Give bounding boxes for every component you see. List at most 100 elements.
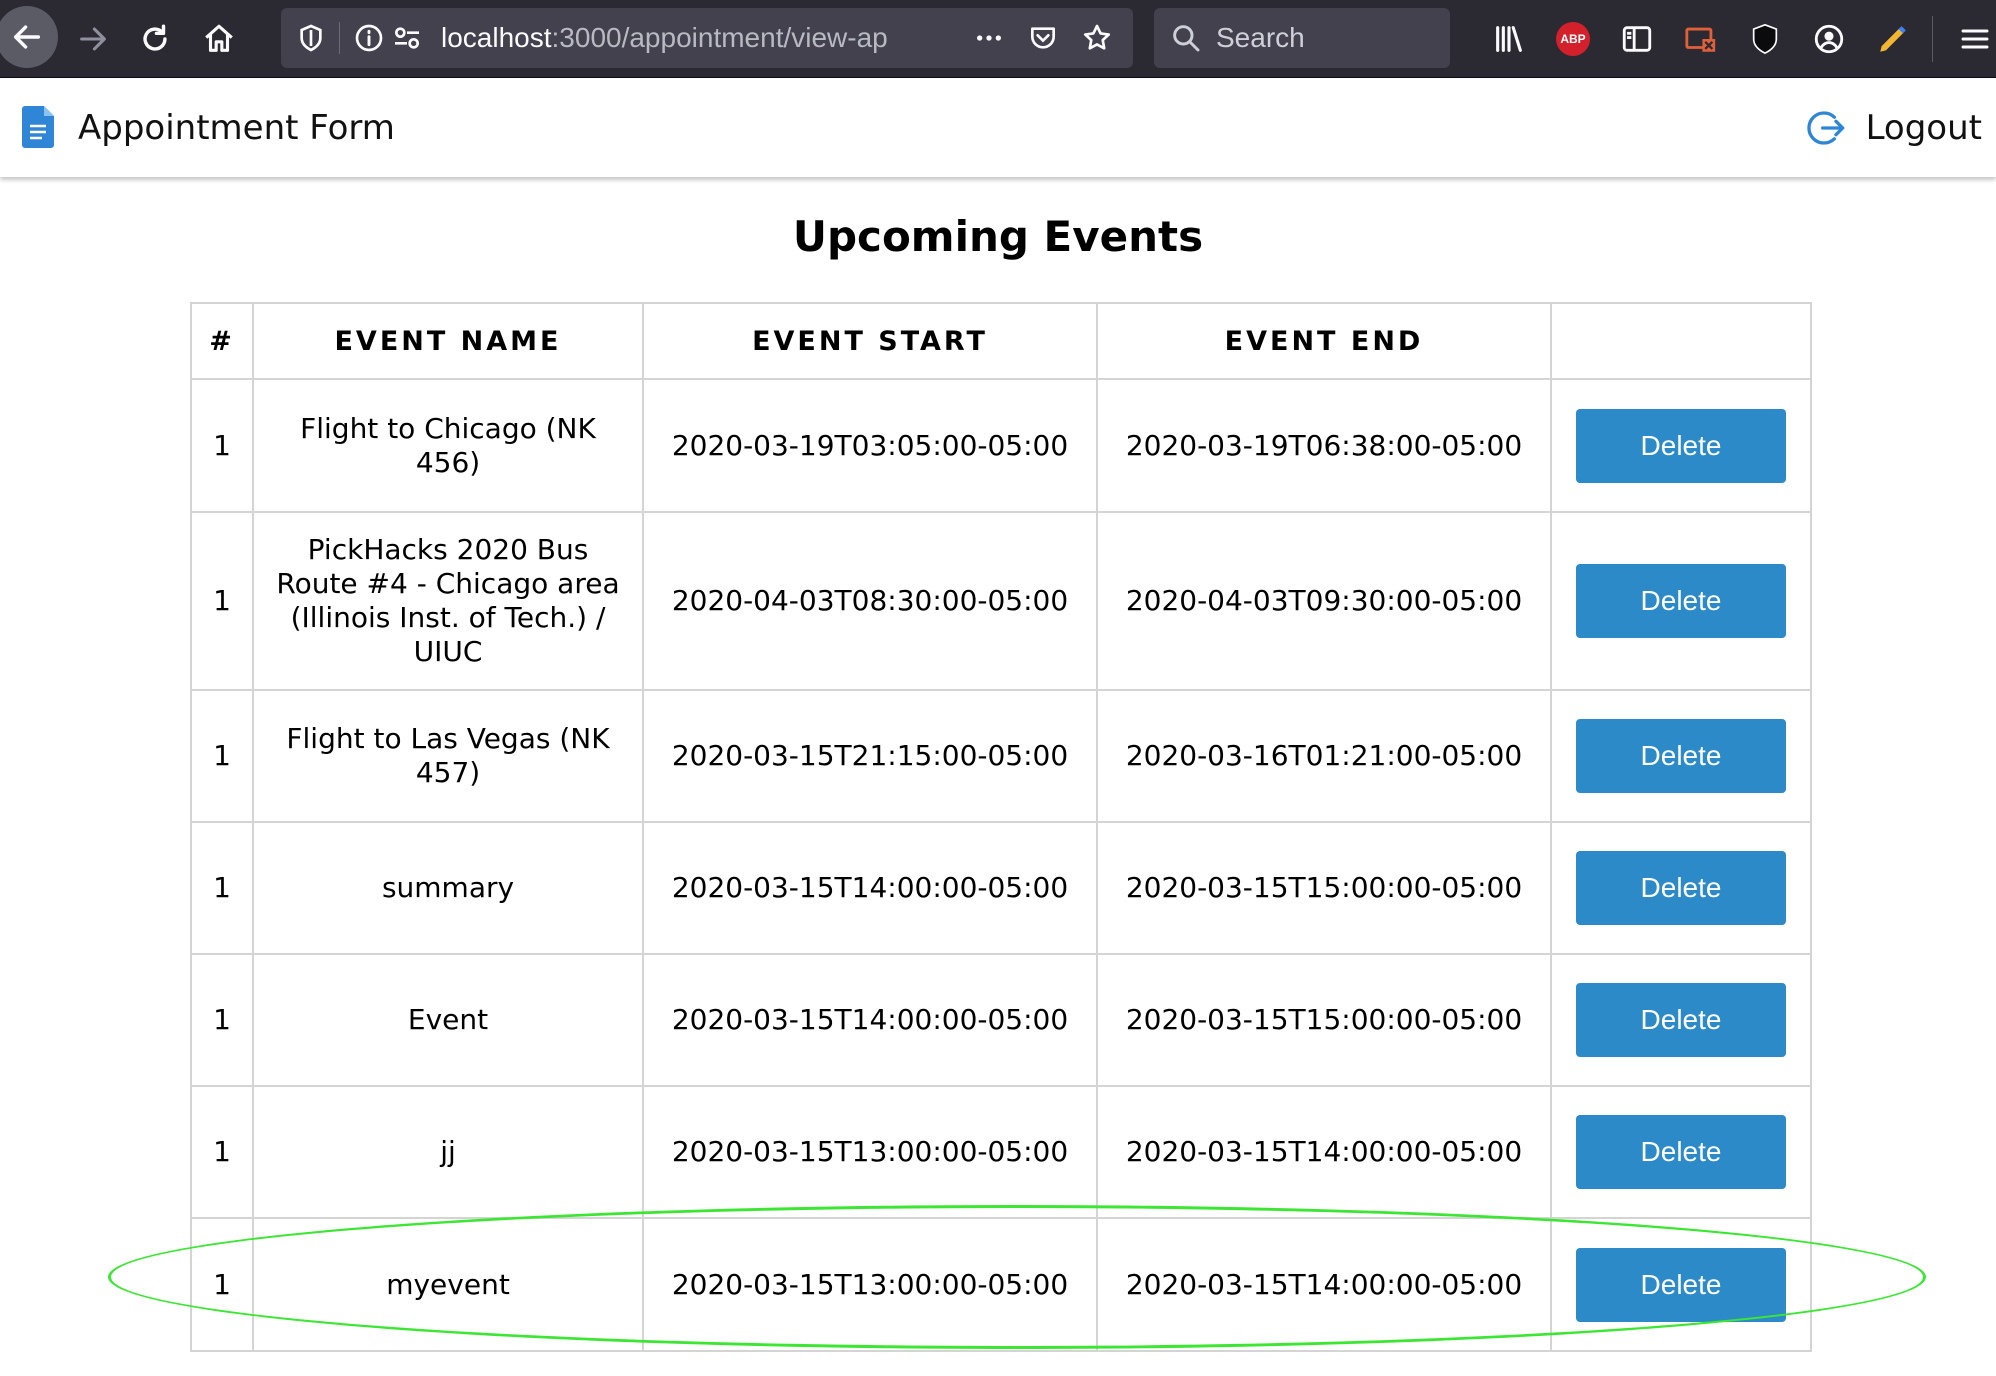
hamburger-menu-icon [1961, 29, 1989, 49]
shield-badge-icon [1752, 23, 1778, 55]
cell-event-start: 2020-03-15T14:00:00-05:00 [642, 821, 1098, 955]
page-title: Upcoming Events [792, 212, 1204, 261]
header-event-start: EVENT START [642, 302, 1098, 380]
search-icon [1173, 25, 1200, 52]
cell-number: 1 [190, 1085, 254, 1219]
cell-event-name: Event [252, 953, 644, 1087]
adblock-plus-icon: ABP [1556, 22, 1590, 56]
privacy-badger-button[interactable] [1744, 18, 1786, 60]
search-bar[interactable]: Search [1154, 8, 1450, 68]
cell-event-end: 2020-03-15T15:00:00-05:00 [1096, 821, 1552, 955]
table-row: 1 Flight to Las Vegas (NK 457) 2020-03-1… [190, 689, 1812, 823]
more-actions-icon[interactable] [973, 22, 1005, 54]
pencil-icon [1880, 26, 1906, 52]
cell-event-start: 2020-03-19T03:05:00-05:00 [642, 378, 1098, 513]
events-table: # EVENT NAME EVENT START EVENT END 1 Fli… [190, 302, 1812, 1352]
header-number: # [190, 302, 254, 380]
info-icon[interactable] [353, 22, 385, 54]
cell-number: 1 [190, 953, 254, 1087]
account-icon [1814, 24, 1844, 54]
reload-icon [143, 24, 167, 51]
app-header: Appointment Form Logout [0, 79, 1996, 177]
cell-actions: Delete [1550, 689, 1812, 823]
table-row: 1 PickHacks 2020 Bus Route #4 - Chicago … [190, 511, 1812, 691]
adblock-button[interactable]: ABP [1552, 18, 1594, 60]
cell-event-end: 2020-04-03T09:30:00-05:00 [1096, 511, 1552, 691]
arrow-right-icon [80, 27, 106, 51]
extension-pencil-button[interactable] [1872, 18, 1914, 60]
screen-share-icon [1685, 27, 1716, 52]
cell-event-name: summary [252, 821, 644, 955]
delete-button[interactable]: Delete [1576, 983, 1786, 1057]
library-icon [1496, 26, 1522, 52]
logout-button[interactable]: Logout [1806, 79, 1982, 177]
menu-button[interactable] [1954, 18, 1996, 60]
header-event-name: EVENT NAME [252, 302, 644, 380]
url-bar[interactable]: localhost:3000/appointment/view-ap [281, 8, 1133, 68]
toolbar-divider [1932, 16, 1933, 62]
table-row: 1 Flight to Chicago (NK 456) 2020-03-19T… [190, 378, 1812, 513]
cell-event-end: 2020-03-15T15:00:00-05:00 [1096, 953, 1552, 1087]
shield-icon[interactable] [295, 22, 327, 54]
cell-actions: Delete [1550, 1217, 1812, 1352]
cell-event-end: 2020-03-15T14:00:00-05:00 [1096, 1217, 1552, 1352]
sidebar-icon [1622, 26, 1652, 52]
table-row: 1 myevent 2020-03-15T13:00:00-05:00 2020… [190, 1217, 1812, 1352]
pocket-icon[interactable] [1027, 22, 1059, 54]
cell-event-start: 2020-03-15T13:00:00-05:00 [642, 1217, 1098, 1352]
cell-event-name: Flight to Las Vegas (NK 457) [252, 689, 644, 823]
library-button[interactable] [1488, 18, 1530, 60]
cell-event-end: 2020-03-16T01:21:00-05:00 [1096, 689, 1552, 823]
cell-number: 1 [190, 378, 254, 513]
delete-button[interactable]: Delete [1576, 1115, 1786, 1189]
document-icon [22, 106, 54, 148]
cell-event-start: 2020-03-15T14:00:00-05:00 [642, 953, 1098, 1087]
header-actions [1550, 302, 1812, 380]
cell-actions: Delete [1550, 821, 1812, 955]
cell-event-name: myevent [252, 1217, 644, 1352]
extension-screen-button[interactable] [1680, 18, 1722, 60]
delete-button[interactable]: Delete [1576, 719, 1786, 793]
cell-event-end: 2020-03-15T14:00:00-05:00 [1096, 1085, 1552, 1219]
table-row: 1 summary 2020-03-15T14:00:00-05:00 2020… [190, 821, 1812, 955]
home-icon [205, 24, 233, 52]
cell-number: 1 [190, 689, 254, 823]
delete-button[interactable]: Delete [1576, 408, 1786, 483]
browser-toolbar: localhost:3000/appointment/view-ap Searc… [0, 0, 1996, 78]
cell-actions: Delete [1550, 511, 1812, 691]
search-placeholder: Search [1216, 22, 1305, 53]
logout-label: Logout [1865, 108, 1982, 148]
home-button[interactable] [188, 0, 250, 78]
account-button[interactable] [1808, 18, 1850, 60]
cell-actions: Delete [1550, 1085, 1812, 1219]
url-separator [339, 22, 340, 54]
cell-actions: Delete [1550, 953, 1812, 1087]
delete-button[interactable]: Delete [1576, 564, 1786, 638]
cell-event-name: Flight to Chicago (NK 456) [252, 378, 644, 513]
table-header-row: # EVENT NAME EVENT START EVENT END [190, 302, 1812, 380]
delete-button[interactable]: Delete [1576, 1247, 1786, 1322]
bookmark-star-icon[interactable] [1081, 22, 1113, 54]
arrow-left-icon [13, 25, 41, 49]
logout-icon [1806, 111, 1844, 145]
cell-number: 1 [190, 821, 254, 955]
cell-number: 1 [190, 511, 254, 691]
cell-event-name: jj [252, 1085, 644, 1219]
app-title: Appointment Form [78, 108, 395, 148]
cell-event-end: 2020-03-19T06:38:00-05:00 [1096, 378, 1552, 513]
forward-button[interactable] [62, 0, 124, 78]
header-event-end: EVENT END [1096, 302, 1552, 380]
cell-event-start: 2020-03-15T21:15:00-05:00 [642, 689, 1098, 823]
cell-event-start: 2020-04-03T08:30:00-05:00 [642, 511, 1098, 691]
permissions-icon[interactable] [391, 22, 423, 54]
back-button[interactable] [0, 6, 58, 68]
cell-actions: Delete [1550, 378, 1812, 513]
table-row: 1 Event 2020-03-15T14:00:00-05:00 2020-0… [190, 953, 1812, 1087]
cell-number: 1 [190, 1217, 254, 1352]
sidebar-button[interactable] [1616, 18, 1658, 60]
delete-button[interactable]: Delete [1576, 851, 1786, 925]
cell-event-name: PickHacks 2020 Bus Route #4 - Chicago ar… [252, 511, 644, 691]
url-text[interactable]: localhost:3000/appointment/view-ap [441, 8, 901, 68]
cell-event-start: 2020-03-15T13:00:00-05:00 [642, 1085, 1098, 1219]
reload-button[interactable] [124, 0, 186, 78]
